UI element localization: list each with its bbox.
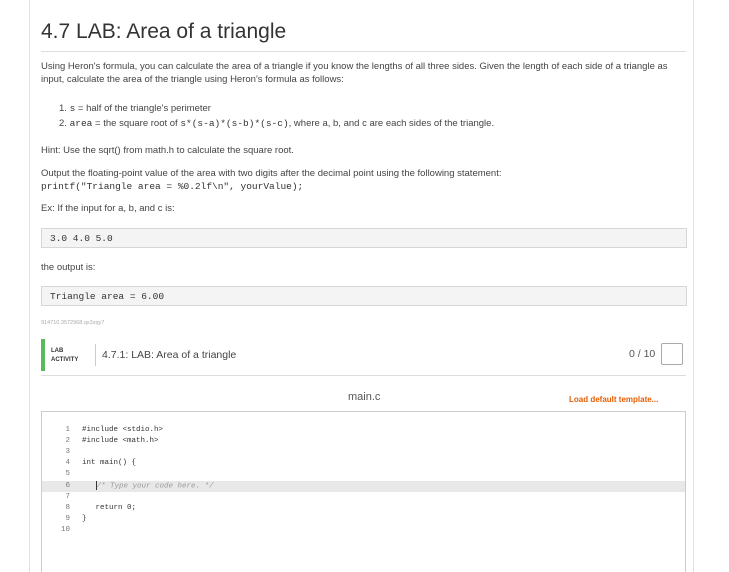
code-line[interactable]: 10 bbox=[42, 525, 685, 536]
step-2: 2. area = the square root of s*(s-a)*(s-… bbox=[59, 118, 494, 129]
step-1-number: 1. bbox=[59, 103, 67, 114]
editor-file-name: main.c bbox=[348, 391, 381, 403]
step-2-formula: s*(s-a)*(s-b)*(s-c) bbox=[180, 118, 289, 129]
code-line[interactable]: 5 bbox=[42, 469, 685, 480]
line-number: 9 bbox=[65, 515, 70, 523]
code-line[interactable]: 4 int main() { bbox=[42, 458, 685, 469]
printf-statement: printf("Triangle area = %0.2lf\n", yourV… bbox=[41, 181, 304, 192]
output-instructions: Output the floating-point value of the a… bbox=[41, 168, 502, 179]
lab-activity-header: LAB ACTIVITY 4.7.1: LAB: Area of a trian… bbox=[41, 339, 686, 371]
line-number: 2 bbox=[65, 437, 70, 445]
code-editor[interactable]: 1 #include <stdio.h> 2 #include <math.h>… bbox=[41, 411, 686, 572]
code-line[interactable]: 1 #include <stdio.h> bbox=[42, 425, 685, 436]
line-number: 5 bbox=[65, 470, 70, 478]
lab-accent-stripe bbox=[41, 339, 45, 371]
line-number: 1 bbox=[65, 426, 70, 434]
load-default-template-link[interactable]: Load default template... bbox=[569, 395, 658, 404]
step-2-code: area bbox=[69, 118, 93, 129]
code-line[interactable]: 7 bbox=[42, 492, 685, 503]
code-text: int main() { bbox=[82, 459, 137, 467]
code-text: return 0; bbox=[82, 504, 137, 512]
line-number: 3 bbox=[65, 448, 70, 456]
problem-id: 914710.3572968.qx3zqy7 bbox=[41, 320, 105, 326]
code-line[interactable]: 2 #include <math.h> bbox=[42, 436, 685, 447]
code-text: } bbox=[82, 515, 87, 523]
lab-score: 0 / 10 bbox=[629, 348, 656, 360]
hint-text: Hint: Use the sqrt() from math.h to calc… bbox=[41, 145, 294, 156]
example-output-box: Triangle area = 6.00 bbox=[41, 286, 687, 306]
line-number: 10 bbox=[60, 526, 70, 534]
code-text: #include <stdio.h> bbox=[82, 426, 164, 434]
code-comment: /* Type your code here. */ bbox=[82, 481, 214, 492]
step-2-text-a: = the square root of bbox=[92, 118, 181, 129]
step-1: 1. s = half of the triangle's perimeter bbox=[59, 103, 211, 114]
lab-tag-line1: LAB bbox=[51, 348, 64, 354]
step-2-text-b: , where a, b, and c are each sides of th… bbox=[288, 118, 495, 129]
lab-header-separator bbox=[95, 344, 96, 366]
code-line-active[interactable]: 6 /* Type your code here. */ bbox=[42, 481, 685, 492]
lab-activity-tag: LAB ACTIVITY bbox=[51, 347, 78, 365]
code-line[interactable]: 9 } bbox=[42, 514, 685, 525]
example-intro: Ex: If the input for a, b, and c is: bbox=[41, 203, 175, 214]
line-number: 4 bbox=[65, 459, 70, 467]
output-label: the output is: bbox=[41, 262, 96, 273]
step-1-text: = half of the triangle's perimeter bbox=[75, 103, 211, 114]
page-title: 4.7 LAB: Area of a triangle bbox=[41, 20, 287, 43]
line-number: 8 bbox=[65, 504, 70, 512]
intro-paragraph: Using Heron's formula, you can calculate… bbox=[41, 61, 668, 85]
line-number: 7 bbox=[65, 493, 70, 501]
lab-tag-line2: ACTIVITY bbox=[51, 357, 79, 363]
code-line[interactable]: 3 bbox=[42, 447, 685, 458]
title-divider bbox=[41, 51, 686, 52]
completion-checkbox-icon bbox=[661, 343, 683, 365]
step-2-number: 2. bbox=[59, 118, 67, 129]
lab-activity-title: 4.7.1: LAB: Area of a triangle bbox=[102, 349, 237, 361]
code-text: #include <math.h> bbox=[82, 437, 159, 445]
lab-header-divider bbox=[41, 375, 686, 376]
line-number: 6 bbox=[65, 482, 70, 490]
example-input-box: 3.0 4.0 5.0 bbox=[41, 228, 687, 248]
code-line[interactable]: 8 return 0; bbox=[42, 503, 685, 514]
code-text: /* Type your code here. */ bbox=[96, 482, 214, 491]
